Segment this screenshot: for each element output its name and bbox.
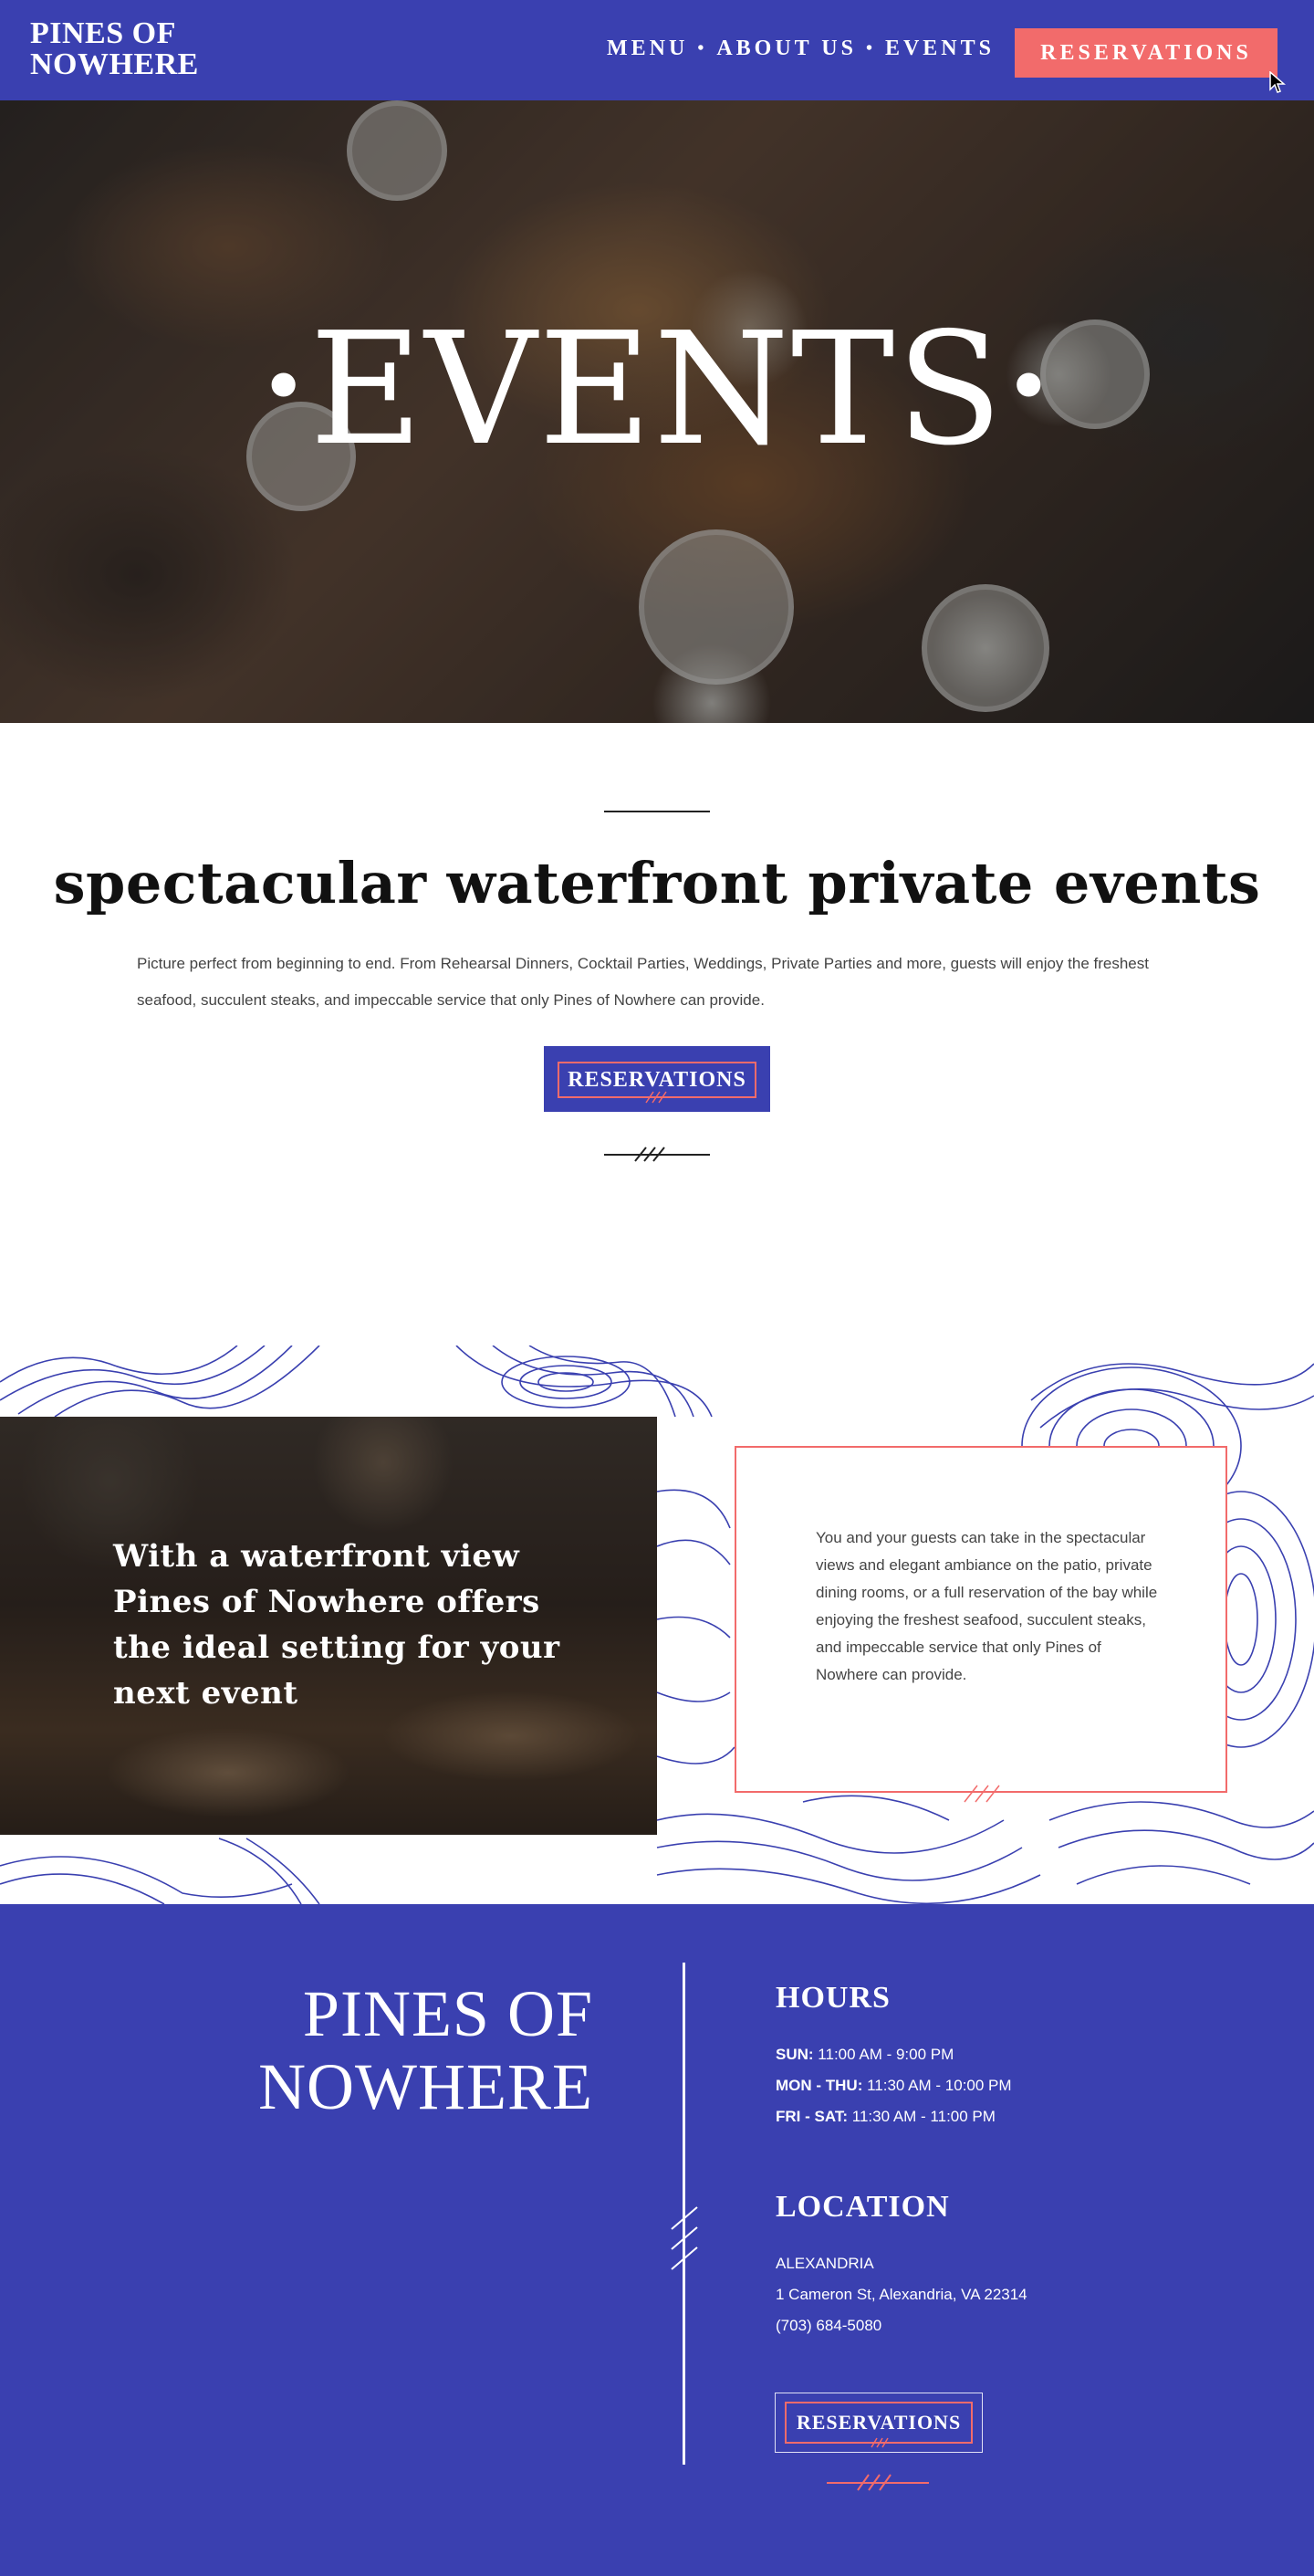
divider-line (604, 811, 710, 812)
hero-plate-image (922, 584, 1049, 712)
location-phone[interactable]: (703) 684-5080 (776, 2317, 881, 2335)
feature-section: With a waterfront view Pines of Nowhere … (0, 1346, 1314, 1904)
hours-day: SUN: (776, 2046, 814, 2063)
footer-reservations-button[interactable]: RESERVATIONS (775, 2393, 983, 2453)
hero-title-bullet: • (1004, 340, 1055, 435)
slash-accent-icon (964, 1785, 1000, 1803)
hero-plate-image (347, 100, 447, 201)
nav-separator: • (697, 38, 708, 58)
divider-slash-icon (671, 2206, 698, 2270)
hours-time: 11:00 AM - 9:00 PM (818, 2046, 954, 2063)
location-city: ALEXANDRIA (776, 2255, 874, 2272)
hero-title-text: EVENTS (309, 299, 1005, 480)
events-section-title: spectacular waterfront private events (53, 850, 1261, 916)
header-reservations-button[interactable]: RESERVATIONS (1015, 28, 1278, 78)
nav-separator: • (865, 38, 876, 58)
hero-plate-image (639, 529, 794, 685)
nav-item-menu[interactable]: MENU (607, 37, 688, 61)
events-intro-text: Picture perfect from beginning to end. F… (137, 955, 1149, 1009)
nav-item-events[interactable]: EVENTS (885, 37, 995, 61)
nav-item-about-us[interactable]: ABOUT US (716, 37, 857, 61)
site-header: PINES OF NOWHERE MENU • ABOUT US • EVENT… (0, 0, 1314, 100)
hours-heading: HOURS (776, 1981, 891, 2015)
slash-accent-icon (645, 1091, 667, 1104)
logo-line-2: NOWHERE (30, 47, 199, 81)
hours-row: SUN: 11:00 AM - 9:00 PM (776, 2046, 954, 2064)
divider-slash-icon (604, 1147, 710, 1162)
info-card-text: You and your guests can take in the spec… (816, 1529, 1158, 1683)
location-heading: LOCATION (776, 2190, 950, 2224)
footer-brand-line-2: NOWHERE (258, 2050, 593, 2123)
restaurant-table-photo: With a waterfront view Pines of Nowhere … (0, 1417, 657, 1835)
mouse-cursor-icon (1269, 71, 1286, 93)
hero-title-bullet: • (259, 340, 310, 435)
photo-caption: With a waterfront view Pines of Nowhere … (113, 1538, 560, 1712)
hours-row: MON - THU: 11:30 AM - 10:00 PM (776, 2077, 1012, 2095)
location-address[interactable]: 1 Cameron St, Alexandria, VA 22314 (776, 2286, 1027, 2304)
hours-time: 11:30 AM - 10:00 PM (867, 2077, 1012, 2094)
footer-brand-line-1: PINES OF (302, 1977, 593, 2050)
info-card: You and your guests can take in the spec… (735, 1446, 1227, 1803)
site-footer: PINES OF NOWHERE HOURS SUN: 11:00 AM - 9… (0, 1904, 1314, 2576)
footer-brand: PINES OF NOWHERE (137, 1977, 593, 2123)
hero-banner: •EVENTS• (0, 100, 1314, 723)
hours-row: FRI - SAT: 11:30 AM - 11:00 PM (776, 2108, 996, 2126)
events-reservations-button[interactable]: RESERVATIONS (544, 1046, 770, 1112)
slash-accent-icon (871, 2437, 889, 2448)
hours-day: MON - THU: (776, 2077, 863, 2094)
hero-title: •EVENTS• (0, 310, 1314, 467)
site-logo[interactable]: PINES OF NOWHERE (30, 18, 199, 80)
main-nav: MENU • ABOUT US • EVENTS (607, 37, 995, 61)
hours-day: FRI - SAT: (776, 2108, 849, 2125)
logo-line-1: PINES OF (30, 16, 176, 50)
divider-slash-icon (827, 2474, 929, 2491)
hours-time: 11:30 AM - 11:00 PM (851, 2108, 996, 2125)
